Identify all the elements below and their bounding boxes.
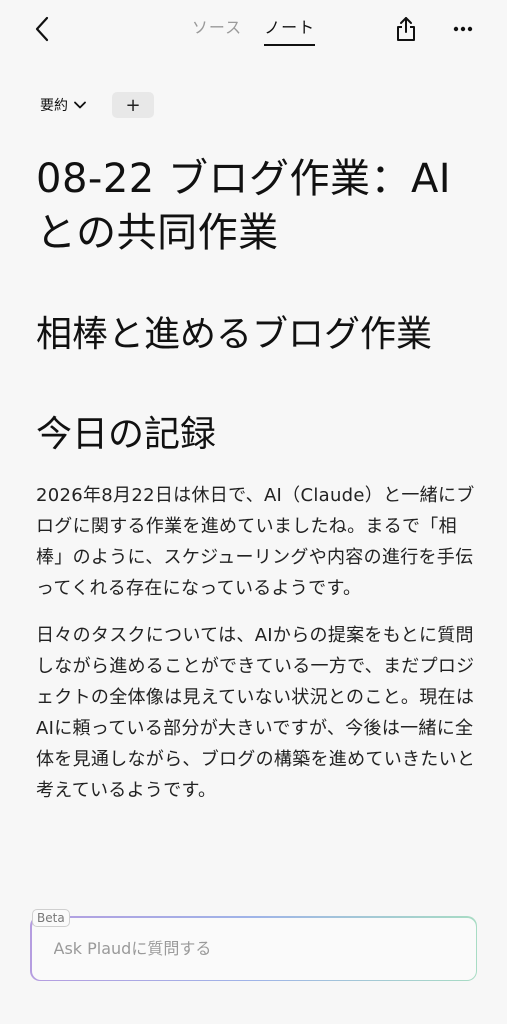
note-title: 08-22 ブログ作業：AIとの共同作業 bbox=[36, 156, 452, 256]
paragraph: 日々のタスクについては、AIからの提案をもとに質問しながら進めることができている… bbox=[36, 625, 476, 801]
ask-box[interactable] bbox=[30, 916, 477, 981]
tab-note[interactable]: ノート bbox=[264, 14, 316, 46]
tab-bar: ソース ノート bbox=[0, 14, 507, 46]
tab-source[interactable]: ソース bbox=[192, 14, 242, 46]
share-icon bbox=[397, 17, 415, 41]
more-icon bbox=[453, 26, 473, 32]
paragraph: 2026年8月22日は休日で、AI（Claude）と一緒にブログに関する作業を進… bbox=[36, 485, 475, 599]
ask-input[interactable] bbox=[53, 939, 434, 958]
top-nav: ソース ノート bbox=[0, 0, 507, 60]
subsection-heading: 今日の記録 bbox=[36, 414, 217, 455]
summary-dropdown[interactable]: 要約 bbox=[40, 95, 86, 115]
share-button[interactable] bbox=[393, 14, 419, 44]
ask-box-inner bbox=[31, 917, 476, 980]
section-heading: 相棒と進めるブログ作業 bbox=[36, 314, 433, 355]
note-screen: ソース ノート 要約 + 08-22 ブログ作業：AIとの共同作業 相棒と進める… bbox=[0, 0, 507, 1024]
content-fade bbox=[0, 860, 507, 910]
beta-badge: Beta bbox=[32, 909, 70, 927]
more-button[interactable] bbox=[449, 16, 477, 42]
summary-label: 要約 bbox=[40, 98, 68, 114]
note-content: 08-22 ブログ作業：AIとの共同作業 相棒と進めるブログ作業 今日の記録 2… bbox=[36, 152, 476, 900]
summary-toolbar: 要約 + bbox=[40, 92, 154, 118]
add-button[interactable]: + bbox=[112, 92, 154, 118]
chevron-down-icon bbox=[74, 101, 86, 109]
